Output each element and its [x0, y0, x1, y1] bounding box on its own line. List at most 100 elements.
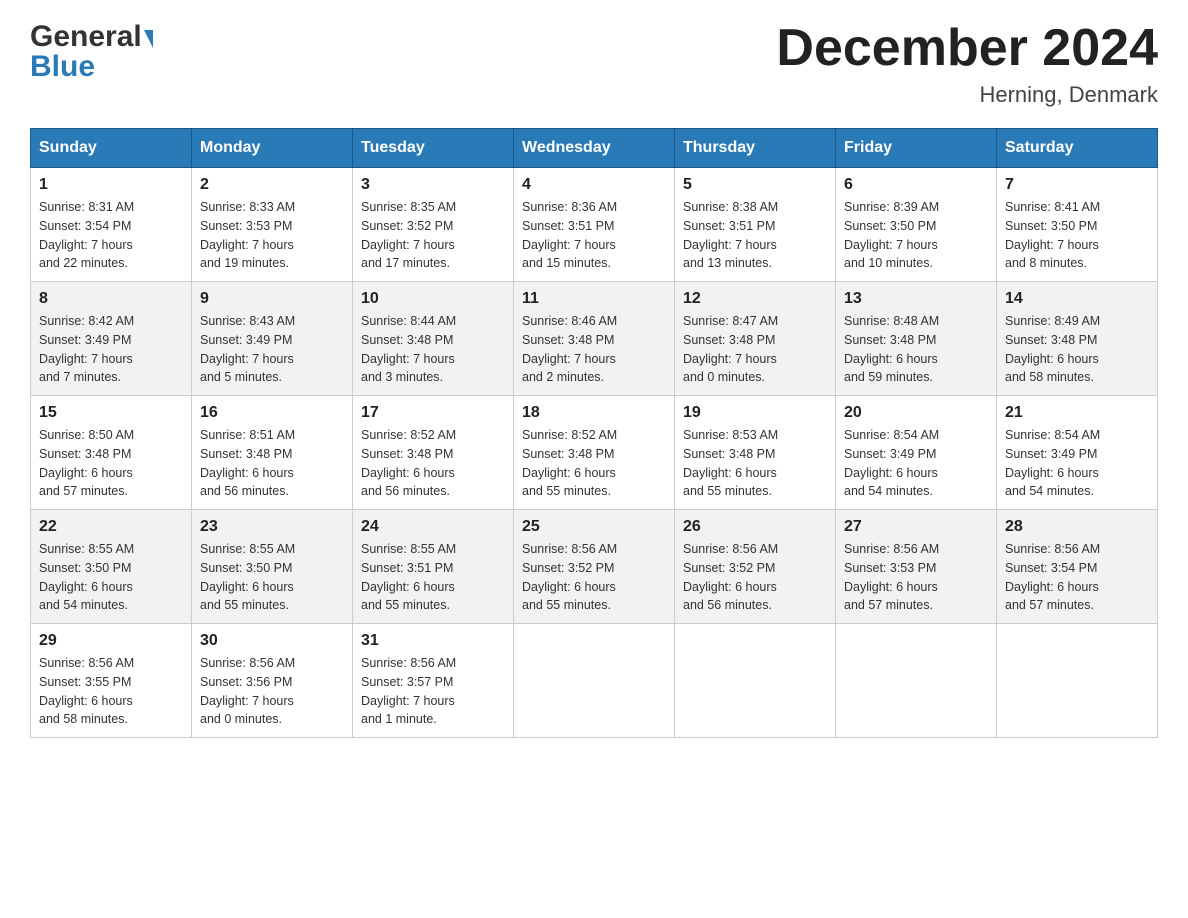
day-number: 19	[683, 404, 827, 422]
day-info: Sunrise: 8:52 AMSunset: 3:48 PMDaylight:…	[361, 428, 456, 498]
day-number: 4	[522, 176, 666, 194]
day-info: Sunrise: 8:52 AMSunset: 3:48 PMDaylight:…	[522, 428, 617, 498]
day-info: Sunrise: 8:56 AMSunset: 3:52 PMDaylight:…	[522, 542, 617, 612]
calendar-cell: 28 Sunrise: 8:56 AMSunset: 3:54 PMDaylig…	[997, 510, 1158, 624]
calendar-cell: 31 Sunrise: 8:56 AMSunset: 3:57 PMDaylig…	[353, 624, 514, 738]
calendar-cell: 18 Sunrise: 8:52 AMSunset: 3:48 PMDaylig…	[514, 396, 675, 510]
day-number: 3	[361, 176, 505, 194]
day-info: Sunrise: 8:56 AMSunset: 3:52 PMDaylight:…	[683, 542, 778, 612]
day-number: 23	[200, 518, 344, 536]
page-subtitle: Herning, Denmark	[776, 82, 1158, 108]
calendar-cell: 23 Sunrise: 8:55 AMSunset: 3:50 PMDaylig…	[192, 510, 353, 624]
calendar-cell	[997, 624, 1158, 738]
day-number: 12	[683, 290, 827, 308]
calendar-cell: 4 Sunrise: 8:36 AMSunset: 3:51 PMDayligh…	[514, 168, 675, 282]
calendar-day-header: Friday	[836, 129, 997, 168]
day-number: 31	[361, 632, 505, 650]
day-info: Sunrise: 8:46 AMSunset: 3:48 PMDaylight:…	[522, 314, 617, 384]
calendar-cell: 11 Sunrise: 8:46 AMSunset: 3:48 PMDaylig…	[514, 282, 675, 396]
day-info: Sunrise: 8:47 AMSunset: 3:48 PMDaylight:…	[683, 314, 778, 384]
calendar-week-row: 22 Sunrise: 8:55 AMSunset: 3:50 PMDaylig…	[31, 510, 1158, 624]
day-number: 16	[200, 404, 344, 422]
day-number: 17	[361, 404, 505, 422]
calendar-cell: 20 Sunrise: 8:54 AMSunset: 3:49 PMDaylig…	[836, 396, 997, 510]
day-info: Sunrise: 8:48 AMSunset: 3:48 PMDaylight:…	[844, 314, 939, 384]
calendar-cell: 21 Sunrise: 8:54 AMSunset: 3:49 PMDaylig…	[997, 396, 1158, 510]
day-info: Sunrise: 8:54 AMSunset: 3:49 PMDaylight:…	[844, 428, 939, 498]
day-info: Sunrise: 8:49 AMSunset: 3:48 PMDaylight:…	[1005, 314, 1100, 384]
title-area: December 2024 Herning, Denmark	[776, 20, 1158, 108]
calendar-day-header: Thursday	[675, 129, 836, 168]
calendar-cell: 15 Sunrise: 8:50 AMSunset: 3:48 PMDaylig…	[31, 396, 192, 510]
day-number: 18	[522, 404, 666, 422]
day-info: Sunrise: 8:56 AMSunset: 3:53 PMDaylight:…	[844, 542, 939, 612]
calendar-cell: 2 Sunrise: 8:33 AMSunset: 3:53 PMDayligh…	[192, 168, 353, 282]
day-info: Sunrise: 8:31 AMSunset: 3:54 PMDaylight:…	[39, 200, 134, 270]
day-number: 6	[844, 176, 988, 194]
day-number: 11	[522, 290, 666, 308]
calendar-cell: 24 Sunrise: 8:55 AMSunset: 3:51 PMDaylig…	[353, 510, 514, 624]
calendar-cell: 1 Sunrise: 8:31 AMSunset: 3:54 PMDayligh…	[31, 168, 192, 282]
calendar-cell	[836, 624, 997, 738]
calendar-day-header: Tuesday	[353, 129, 514, 168]
day-info: Sunrise: 8:54 AMSunset: 3:49 PMDaylight:…	[1005, 428, 1100, 498]
calendar-cell: 5 Sunrise: 8:38 AMSunset: 3:51 PMDayligh…	[675, 168, 836, 282]
day-number: 24	[361, 518, 505, 536]
day-number: 8	[39, 290, 183, 308]
calendar-cell: 6 Sunrise: 8:39 AMSunset: 3:50 PMDayligh…	[836, 168, 997, 282]
calendar-week-row: 29 Sunrise: 8:56 AMSunset: 3:55 PMDaylig…	[31, 624, 1158, 738]
day-number: 29	[39, 632, 183, 650]
day-number: 26	[683, 518, 827, 536]
day-info: Sunrise: 8:33 AMSunset: 3:53 PMDaylight:…	[200, 200, 295, 270]
calendar-cell: 3 Sunrise: 8:35 AMSunset: 3:52 PMDayligh…	[353, 168, 514, 282]
calendar-day-header: Saturday	[997, 129, 1158, 168]
calendar-week-row: 1 Sunrise: 8:31 AMSunset: 3:54 PMDayligh…	[31, 168, 1158, 282]
calendar-cell: 22 Sunrise: 8:55 AMSunset: 3:50 PMDaylig…	[31, 510, 192, 624]
day-info: Sunrise: 8:36 AMSunset: 3:51 PMDaylight:…	[522, 200, 617, 270]
calendar-cell: 25 Sunrise: 8:56 AMSunset: 3:52 PMDaylig…	[514, 510, 675, 624]
calendar-cell	[514, 624, 675, 738]
calendar-cell: 13 Sunrise: 8:48 AMSunset: 3:48 PMDaylig…	[836, 282, 997, 396]
logo-triangle-icon	[144, 30, 153, 48]
calendar-cell: 17 Sunrise: 8:52 AMSunset: 3:48 PMDaylig…	[353, 396, 514, 510]
page-header: General Blue December 2024 Herning, Denm…	[30, 20, 1158, 108]
calendar-day-header: Wednesday	[514, 129, 675, 168]
calendar-cell	[675, 624, 836, 738]
day-info: Sunrise: 8:56 AMSunset: 3:55 PMDaylight:…	[39, 656, 134, 726]
page-title: December 2024	[776, 20, 1158, 77]
day-info: Sunrise: 8:42 AMSunset: 3:49 PMDaylight:…	[39, 314, 134, 384]
day-info: Sunrise: 8:55 AMSunset: 3:50 PMDaylight:…	[39, 542, 134, 612]
calendar-cell: 30 Sunrise: 8:56 AMSunset: 3:56 PMDaylig…	[192, 624, 353, 738]
calendar-cell: 12 Sunrise: 8:47 AMSunset: 3:48 PMDaylig…	[675, 282, 836, 396]
day-info: Sunrise: 8:55 AMSunset: 3:50 PMDaylight:…	[200, 542, 295, 612]
day-info: Sunrise: 8:35 AMSunset: 3:52 PMDaylight:…	[361, 200, 456, 270]
calendar-cell: 26 Sunrise: 8:56 AMSunset: 3:52 PMDaylig…	[675, 510, 836, 624]
day-number: 14	[1005, 290, 1149, 308]
logo-general-text: General	[30, 20, 142, 54]
calendar-day-header: Monday	[192, 129, 353, 168]
day-info: Sunrise: 8:53 AMSunset: 3:48 PMDaylight:…	[683, 428, 778, 498]
day-number: 21	[1005, 404, 1149, 422]
calendar-cell: 14 Sunrise: 8:49 AMSunset: 3:48 PMDaylig…	[997, 282, 1158, 396]
calendar-table: SundayMondayTuesdayWednesdayThursdayFrid…	[30, 128, 1158, 738]
day-number: 20	[844, 404, 988, 422]
day-number: 2	[200, 176, 344, 194]
calendar-cell: 10 Sunrise: 8:44 AMSunset: 3:48 PMDaylig…	[353, 282, 514, 396]
day-number: 5	[683, 176, 827, 194]
day-number: 22	[39, 518, 183, 536]
day-info: Sunrise: 8:41 AMSunset: 3:50 PMDaylight:…	[1005, 200, 1100, 270]
day-number: 1	[39, 176, 183, 194]
day-number: 27	[844, 518, 988, 536]
calendar-cell: 7 Sunrise: 8:41 AMSunset: 3:50 PMDayligh…	[997, 168, 1158, 282]
calendar-week-row: 15 Sunrise: 8:50 AMSunset: 3:48 PMDaylig…	[31, 396, 1158, 510]
calendar-cell: 9 Sunrise: 8:43 AMSunset: 3:49 PMDayligh…	[192, 282, 353, 396]
day-number: 9	[200, 290, 344, 308]
day-number: 28	[1005, 518, 1149, 536]
calendar-cell: 16 Sunrise: 8:51 AMSunset: 3:48 PMDaylig…	[192, 396, 353, 510]
day-number: 7	[1005, 176, 1149, 194]
day-number: 30	[200, 632, 344, 650]
day-info: Sunrise: 8:56 AMSunset: 3:54 PMDaylight:…	[1005, 542, 1100, 612]
day-info: Sunrise: 8:56 AMSunset: 3:57 PMDaylight:…	[361, 656, 456, 726]
calendar-cell: 27 Sunrise: 8:56 AMSunset: 3:53 PMDaylig…	[836, 510, 997, 624]
day-info: Sunrise: 8:51 AMSunset: 3:48 PMDaylight:…	[200, 428, 295, 498]
